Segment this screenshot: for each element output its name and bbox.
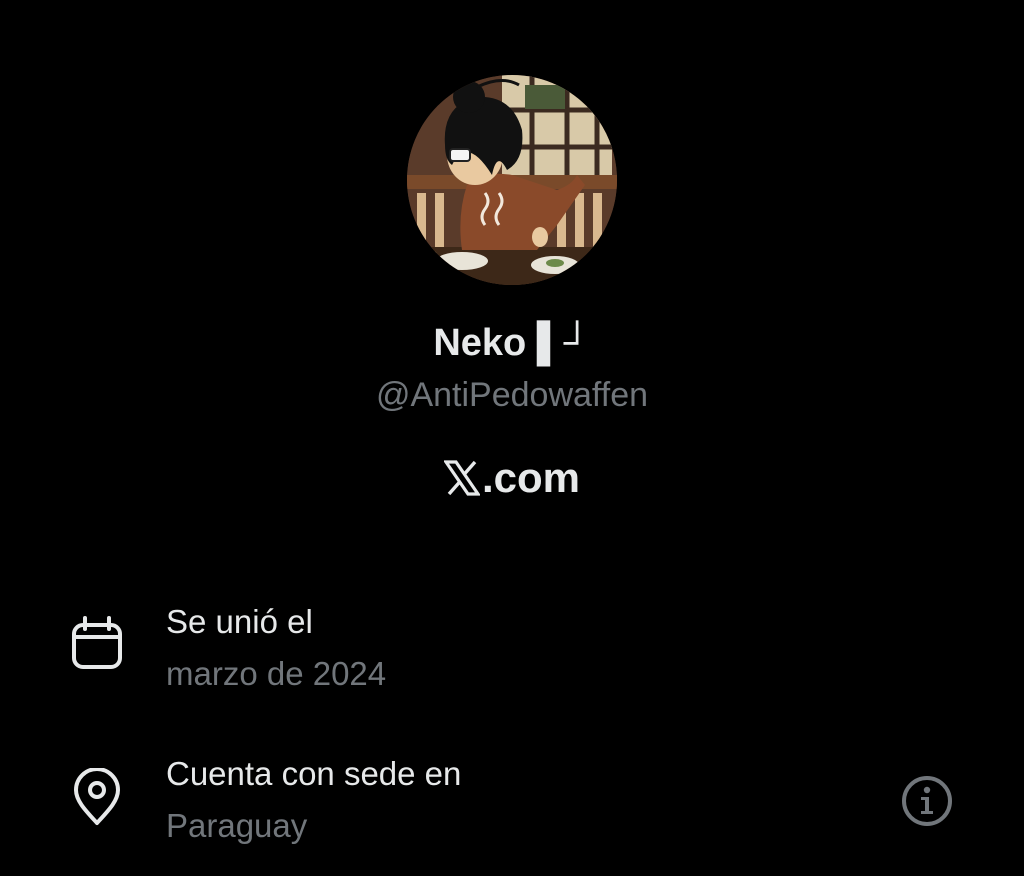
avatar[interactable] (407, 75, 617, 285)
platform-brand: .com (0, 450, 1024, 506)
info-icon[interactable] (899, 773, 955, 829)
display-name: Neko ▌┘ (433, 322, 591, 364)
calendar-icon (72, 616, 122, 669)
x-logo-icon (443, 460, 480, 496)
username-handle[interactable]: @AntiPedowaffen (0, 372, 1024, 418)
joined-row: Se unió el marzo de 2024 (0, 596, 1024, 716)
location-label: Cuenta con sede en (166, 755, 462, 792)
platform-domain: .com (481, 454, 581, 501)
location-pin-icon (74, 768, 120, 825)
joined-date: marzo de 2024 (166, 655, 387, 692)
joined-label: Se unió el (166, 603, 313, 640)
location-value: Paraguay (166, 807, 308, 844)
location-row: Cuenta con sede en Paraguay (0, 748, 1024, 868)
avatar-image (407, 75, 617, 285)
